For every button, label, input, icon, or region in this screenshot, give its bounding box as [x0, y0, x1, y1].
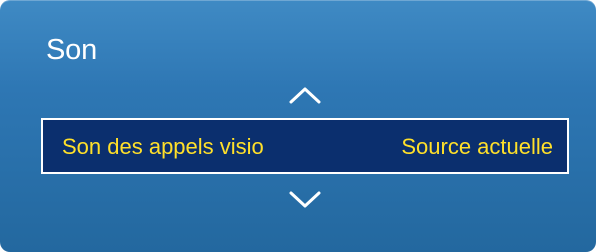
menu-item-label: Son des appels visio	[62, 134, 264, 159]
chevron-down-icon[interactable]	[286, 188, 324, 210]
sound-menu-panel: Son Son des appels visio Source actuelle	[0, 0, 596, 252]
chevron-up-icon[interactable]	[286, 84, 324, 106]
menu-item-value: Source actuelle	[401, 134, 553, 159]
menu-item-video-call-sound[interactable]: Son des appels visio Source actuelle	[41, 118, 569, 174]
panel-title: Son	[46, 34, 97, 66]
